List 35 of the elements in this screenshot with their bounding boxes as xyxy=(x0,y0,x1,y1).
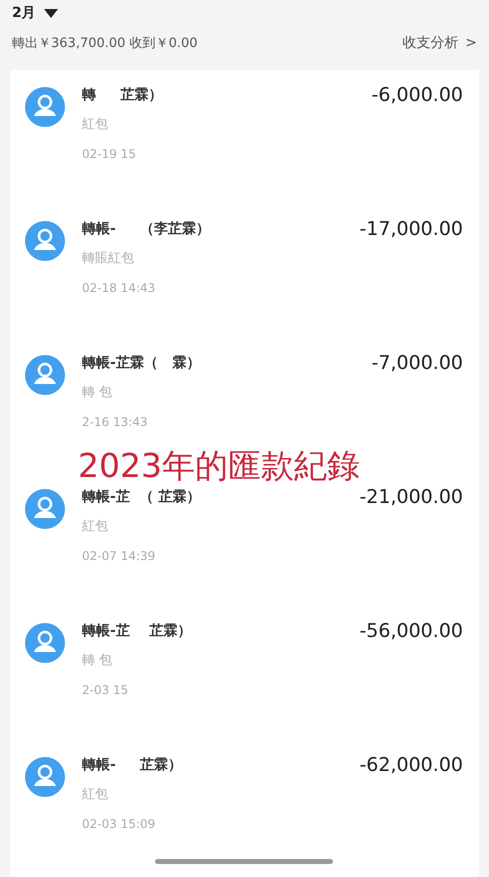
avatar-icon xyxy=(25,221,65,261)
transaction-amount: -56,000.00 xyxy=(359,619,463,644)
transaction-amount: -62,000.00 xyxy=(359,753,463,778)
transaction-title: 轉帳-芷 芷霖） xyxy=(82,622,192,641)
caption-overlay: 2023年的匯款紀錄 xyxy=(78,445,360,487)
transaction-note: 轉 包 xyxy=(82,652,114,670)
transaction-note: 紅包 xyxy=(82,786,109,804)
transaction-title: 轉帳- 芷霖） xyxy=(82,756,184,775)
transaction-time: 02-07 14:39 xyxy=(82,548,156,565)
transaction-amount: -6,000.00 xyxy=(372,83,463,108)
transaction-time: 2-03 15 xyxy=(82,682,130,699)
avatar-icon xyxy=(25,355,65,395)
analysis-link[interactable]: 收支分析 > xyxy=(402,34,477,52)
summary-text: 轉出￥363,700.00 收到￥0.00 xyxy=(12,35,198,52)
avatar-icon xyxy=(25,87,65,127)
transaction-time: 02-19 15 xyxy=(82,146,137,163)
transaction-note: 紅包 xyxy=(82,518,109,536)
transaction-title: 轉 芷霖） xyxy=(82,86,164,105)
dropdown-icon[interactable] xyxy=(44,8,58,18)
transaction-title: 轉帳-芷 （ 芷霖） xyxy=(82,488,202,507)
avatar-icon xyxy=(25,623,65,663)
month-selector[interactable]: 2月 xyxy=(12,4,36,22)
transaction-time: 2-16 13:43 xyxy=(82,414,149,431)
transaction-title: 轉帳-芷霖（ 霖） xyxy=(82,354,202,373)
transaction-amount: -17,000.00 xyxy=(359,217,463,242)
avatar-icon xyxy=(25,757,65,797)
transaction-time: 02-18 14:43 xyxy=(82,280,156,297)
transaction-note: 轉賬紅包 xyxy=(82,250,135,268)
transaction-note: 紅包 xyxy=(82,116,109,134)
transaction-note: 轉 包 xyxy=(82,384,114,402)
transaction-amount: -21,000.00 xyxy=(359,485,463,510)
transaction-amount: -7,000.00 xyxy=(372,351,463,376)
transaction-title: 轉帳- （李芷霖） xyxy=(82,220,212,239)
avatar-icon xyxy=(25,489,65,529)
transaction-time: 02-03 15:09 xyxy=(82,816,156,833)
